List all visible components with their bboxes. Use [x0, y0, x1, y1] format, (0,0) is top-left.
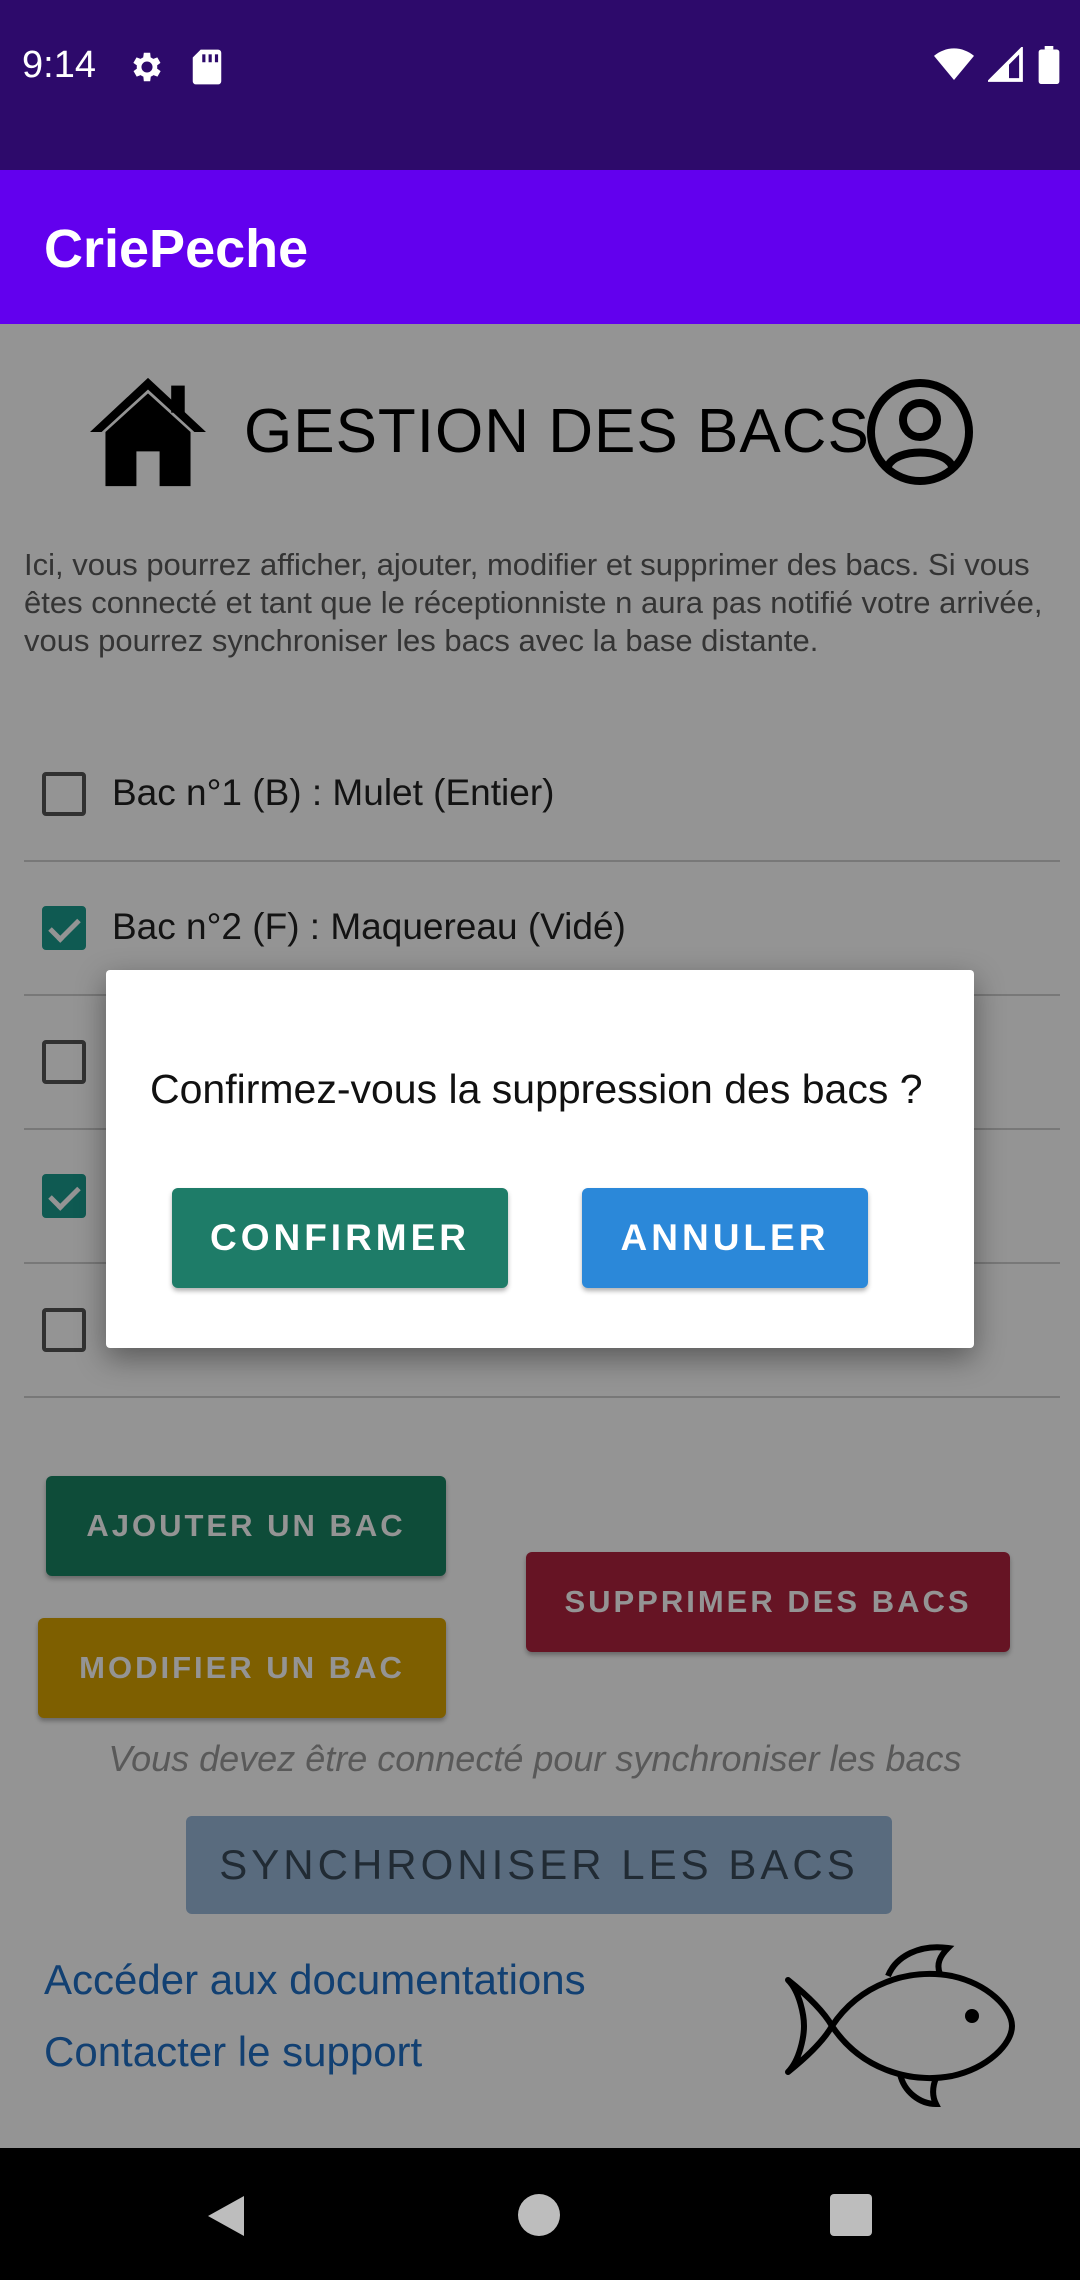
recent-apps-icon[interactable]: [830, 2194, 872, 2236]
gear-icon: [133, 52, 161, 82]
status-bar: 9:14: [0, 0, 1080, 170]
dialog-message: Confirmez-vous la suppression des bacs ?: [150, 1066, 923, 1112]
home-nav-icon[interactable]: [518, 2194, 560, 2236]
battery-icon: [1038, 46, 1060, 84]
confirm-delete-dialog: Confirmez-vous la suppression des bacs ?…: [106, 970, 974, 1348]
app-title: CriePeche: [44, 219, 309, 279]
wifi-icon: [934, 48, 974, 80]
status-time: 9:14: [22, 44, 96, 86]
navigation-bar: [0, 2148, 1080, 2280]
cancel-button[interactable]: ANNULER: [582, 1188, 868, 1288]
sd-card-icon: [192, 49, 222, 85]
signal-icon: [988, 47, 1023, 82]
back-icon[interactable]: [206, 2194, 246, 2238]
confirm-button[interactable]: CONFIRMER: [172, 1188, 508, 1288]
app-bar: CriePeche: [0, 170, 1080, 324]
